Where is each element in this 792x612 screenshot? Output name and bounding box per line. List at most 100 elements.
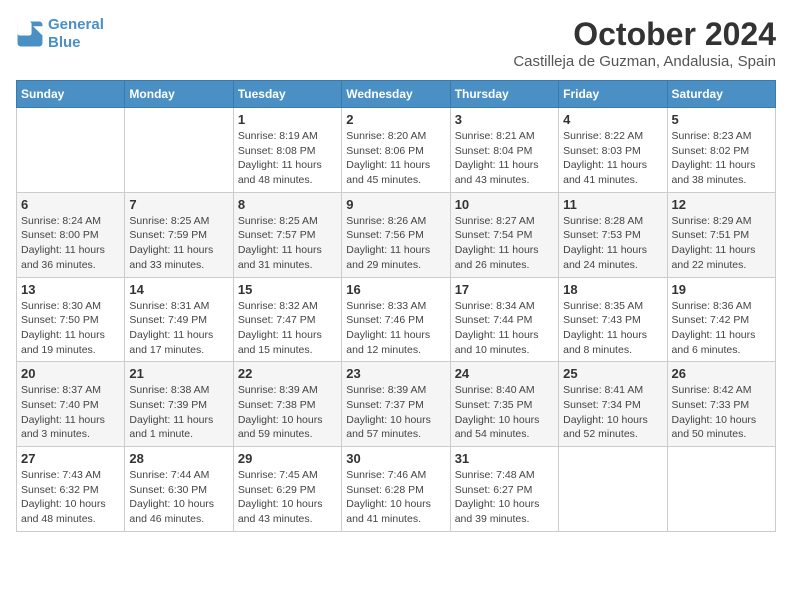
day-info: Sunrise: 8:33 AM Sunset: 7:46 PM Dayligh…	[346, 299, 445, 358]
day-number: 2	[346, 112, 445, 127]
calendar-cell	[125, 108, 233, 193]
day-info: Sunrise: 8:24 AM Sunset: 8:00 PM Dayligh…	[21, 214, 120, 273]
day-number: 14	[129, 282, 228, 297]
calendar-cell: 1Sunrise: 8:19 AM Sunset: 8:08 PM Daylig…	[233, 108, 341, 193]
calendar-cell: 9Sunrise: 8:26 AM Sunset: 7:56 PM Daylig…	[342, 192, 450, 277]
calendar-cell: 28 Sunrise: 7:44 AM Sunset: 6:30 PM Dayli…	[125, 447, 233, 532]
calendar-cell: 15 Sunrise: 8:32 AM Sunset: 7:47 PM Dayli…	[233, 277, 341, 362]
day-info: Sunrise: 8:20 AM Sunset: 8:06 PM Dayligh…	[346, 129, 445, 188]
col-header-wednesday: Wednesday	[342, 81, 450, 108]
calendar-cell: 20 Sunrise: 8:37 AM Sunset: 7:40 PM Dayli…	[17, 362, 125, 447]
day-info: Sunrise: 8:32 AM Sunset: 7:47 PM Dayligh…	[238, 299, 337, 358]
day-info: Sunrise: 8:25 AM Sunset: 7:59 PM Dayligh…	[129, 214, 228, 273]
day-info: Sunrise: 7:45 AM Sunset: 6:29 PM Dayligh…	[238, 468, 337, 527]
calendar-cell: 24 Sunrise: 8:40 AM Sunset: 7:35 PM Dayli…	[450, 362, 558, 447]
day-number: 23	[346, 366, 445, 381]
day-number: 17	[455, 282, 554, 297]
day-info: Sunrise: 8:34 AM Sunset: 7:44 PM Dayligh…	[455, 299, 554, 358]
logo: General Blue	[16, 16, 104, 52]
day-info: Sunrise: 8:42 AM Sunset: 7:33 PM Dayligh…	[672, 383, 771, 442]
col-header-sunday: Sunday	[17, 81, 125, 108]
day-number: 4	[563, 112, 662, 127]
day-info: Sunrise: 8:23 AM Sunset: 8:02 PM Dayligh…	[672, 129, 771, 188]
col-header-friday: Friday	[559, 81, 667, 108]
calendar-cell: 17 Sunrise: 8:34 AM Sunset: 7:44 PM Dayli…	[450, 277, 558, 362]
day-info: Sunrise: 8:37 AM Sunset: 7:40 PM Dayligh…	[21, 383, 120, 442]
week-row-2: 6 Sunrise: 8:24 AM Sunset: 8:00 PM Daylig…	[17, 192, 776, 277]
col-header-saturday: Saturday	[667, 81, 775, 108]
col-header-monday: Monday	[125, 81, 233, 108]
day-info: Sunrise: 8:41 AM Sunset: 7:34 PM Dayligh…	[563, 383, 662, 442]
day-number: 24	[455, 366, 554, 381]
day-number: 21	[129, 366, 228, 381]
day-number: 1	[238, 112, 337, 127]
logo-icon	[16, 20, 44, 48]
calendar-cell: 7Sunrise: 8:25 AM Sunset: 7:59 PM Daylig…	[125, 192, 233, 277]
calendar-cell	[17, 108, 125, 193]
day-info: Sunrise: 7:44 AM Sunset: 6:30 PM Dayligh…	[129, 468, 228, 527]
day-info: Sunrise: 8:21 AM Sunset: 8:04 PM Dayligh…	[455, 129, 554, 188]
day-number: 8	[238, 197, 337, 212]
calendar-cell: 13 Sunrise: 8:30 AM Sunset: 7:50 PM Dayli…	[17, 277, 125, 362]
calendar-cell: 4Sunrise: 8:22 AM Sunset: 8:03 PM Daylig…	[559, 108, 667, 193]
day-number: 27	[21, 451, 120, 466]
day-number: 6	[21, 197, 120, 212]
day-info: Sunrise: 8:38 AM Sunset: 7:39 PM Dayligh…	[129, 383, 228, 442]
calendar-cell: 14 Sunrise: 8:31 AM Sunset: 7:49 PM Dayli…	[125, 277, 233, 362]
day-number: 12	[672, 197, 771, 212]
calendar-cell: 2 Sunrise: 8:20 AM Sunset: 8:06 PM Daylig…	[342, 108, 450, 193]
calendar-cell: 29 Sunrise: 7:45 AM Sunset: 6:29 PM Dayli…	[233, 447, 341, 532]
calendar-cell: 6 Sunrise: 8:24 AM Sunset: 8:00 PM Daylig…	[17, 192, 125, 277]
calendar-cell: 21 Sunrise: 8:38 AM Sunset: 7:39 PM Dayli…	[125, 362, 233, 447]
calendar-cell: 16Sunrise: 8:33 AM Sunset: 7:46 PM Dayli…	[342, 277, 450, 362]
day-number: 31	[455, 451, 554, 466]
day-number: 28	[129, 451, 228, 466]
day-number: 29	[238, 451, 337, 466]
day-info: Sunrise: 8:40 AM Sunset: 7:35 PM Dayligh…	[455, 383, 554, 442]
day-number: 25	[563, 366, 662, 381]
day-info: Sunrise: 8:39 AM Sunset: 7:37 PM Dayligh…	[346, 383, 445, 442]
day-number: 11	[563, 197, 662, 212]
calendar-cell: 25 Sunrise: 8:41 AM Sunset: 7:34 PM Dayli…	[559, 362, 667, 447]
day-info: Sunrise: 8:35 AM Sunset: 7:43 PM Dayligh…	[563, 299, 662, 358]
week-row-3: 13 Sunrise: 8:30 AM Sunset: 7:50 PM Dayli…	[17, 277, 776, 362]
day-number: 26	[672, 366, 771, 381]
day-info: Sunrise: 8:25 AM Sunset: 7:57 PM Dayligh…	[238, 214, 337, 273]
logo-line2: Blue	[48, 34, 81, 51]
title-section: October 2024 Castilleja de Guzman, Andal…	[513, 16, 776, 70]
week-row-4: 20 Sunrise: 8:37 AM Sunset: 7:40 PM Dayli…	[17, 362, 776, 447]
day-info: Sunrise: 8:31 AM Sunset: 7:49 PM Dayligh…	[129, 299, 228, 358]
day-info: Sunrise: 8:30 AM Sunset: 7:50 PM Dayligh…	[21, 299, 120, 358]
calendar-cell: 18 Sunrise: 8:35 AM Sunset: 7:43 PM Dayli…	[559, 277, 667, 362]
day-number: 18	[563, 282, 662, 297]
calendar-cell: 22Sunrise: 8:39 AM Sunset: 7:38 PM Dayli…	[233, 362, 341, 447]
calendar-cell: 10 Sunrise: 8:27 AM Sunset: 7:54 PM Dayli…	[450, 192, 558, 277]
day-info: Sunrise: 8:29 AM Sunset: 7:51 PM Dayligh…	[672, 214, 771, 273]
calendar-cell	[559, 447, 667, 532]
calendar-cell: 23 Sunrise: 8:39 AM Sunset: 7:37 PM Dayli…	[342, 362, 450, 447]
day-number: 20	[21, 366, 120, 381]
day-info: Sunrise: 8:36 AM Sunset: 7:42 PM Dayligh…	[672, 299, 771, 358]
col-header-tuesday: Tuesday	[233, 81, 341, 108]
calendar-cell: 19 Sunrise: 8:36 AM Sunset: 7:42 PM Dayli…	[667, 277, 775, 362]
calendar-cell: 26 Sunrise: 8:42 AM Sunset: 7:33 PM Dayli…	[667, 362, 775, 447]
day-number: 3	[455, 112, 554, 127]
day-number: 13	[21, 282, 120, 297]
day-info: Sunrise: 8:27 AM Sunset: 7:54 PM Dayligh…	[455, 214, 554, 273]
calendar-cell	[667, 447, 775, 532]
day-number: 9	[346, 197, 445, 212]
calendar-cell: 12 Sunrise: 8:29 AM Sunset: 7:51 PM Dayli…	[667, 192, 775, 277]
day-number: 10	[455, 197, 554, 212]
logo-line1: General	[48, 16, 104, 33]
calendar-cell: 11Sunrise: 8:28 AM Sunset: 7:53 PM Dayli…	[559, 192, 667, 277]
month-title: October 2024	[513, 16, 776, 53]
calendar-cell: 5Sunrise: 8:23 AM Sunset: 8:02 PM Daylig…	[667, 108, 775, 193]
week-row-1: 1Sunrise: 8:19 AM Sunset: 8:08 PM Daylig…	[17, 108, 776, 193]
day-number: 15	[238, 282, 337, 297]
day-number: 30	[346, 451, 445, 466]
col-header-thursday: Thursday	[450, 81, 558, 108]
day-info: Sunrise: 8:39 AM Sunset: 7:38 PM Dayligh…	[238, 383, 337, 442]
day-number: 19	[672, 282, 771, 297]
calendar-cell: 3 Sunrise: 8:21 AM Sunset: 8:04 PM Daylig…	[450, 108, 558, 193]
calendar-cell: 31Sunrise: 7:48 AM Sunset: 6:27 PM Dayli…	[450, 447, 558, 532]
